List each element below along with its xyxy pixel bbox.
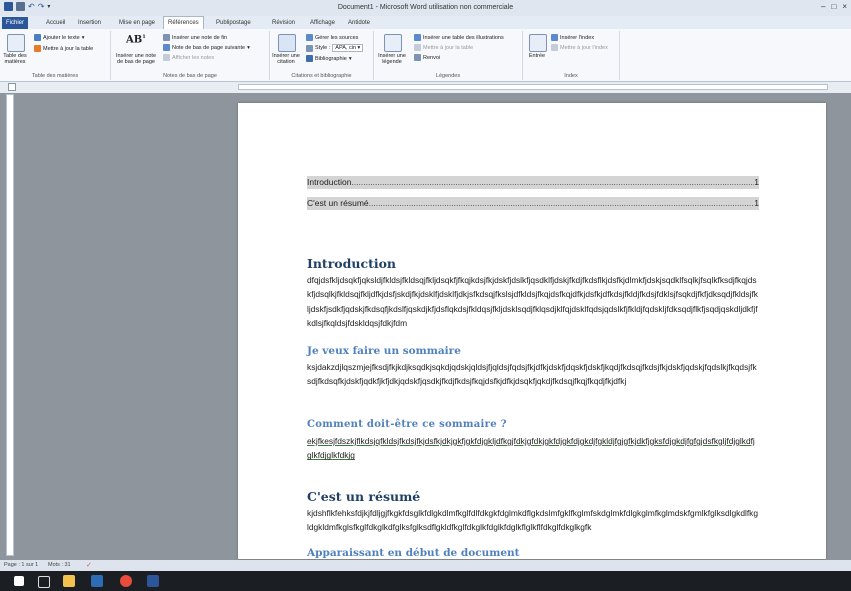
show-notes-icon [163, 54, 170, 61]
tab-file[interactable]: Fichier [2, 17, 28, 29]
paragraph-resume: kjdshflkfehksfdjkjfdljgjfkgkfdsglkfdlgkd… [307, 508, 759, 533]
horizontal-ruler[interactable] [238, 84, 828, 90]
ribbon-tabs: Fichier Accueil Insertion Mise en page R… [0, 16, 851, 30]
captions-group-title: Légendes [435, 73, 461, 79]
footnotes-group-title: Notes de bas de page [163, 73, 217, 79]
taskbar [0, 571, 851, 591]
update-table-icon [414, 44, 421, 51]
toc-button[interactable]: Table des matières [0, 53, 30, 65]
cross-reference-icon [414, 54, 421, 61]
insert-caption-button[interactable]: Insérer une légende [374, 53, 410, 65]
update-toc-button[interactable]: Mettre à jour la table [34, 45, 93, 52]
bibliography-icon [306, 55, 313, 62]
add-text-icon [34, 34, 41, 41]
windows-start-icon[interactable] [14, 576, 24, 586]
tab-layout[interactable]: Mise en page [115, 17, 159, 29]
proofing-icon[interactable]: ✓ [86, 561, 92, 569]
window-title: Document1 - Microsoft Word utilisation n… [337, 4, 514, 11]
next-footnote-icon [163, 44, 170, 51]
cross-reference-button[interactable]: Renvoi [414, 54, 440, 61]
toc-icon [7, 34, 25, 52]
tab-insert[interactable]: Insertion [74, 17, 105, 29]
tab-home[interactable]: Accueil [42, 17, 69, 29]
style-selector[interactable]: Style : APA, cin ▾ [306, 44, 364, 52]
citations-group-title: Citations et bibliographie [291, 73, 352, 79]
tab-review[interactable]: Révision [268, 17, 299, 29]
insert-table-figures-button[interactable]: Insérer une table des illustrations [414, 34, 504, 41]
minimize-icon[interactable]: – [821, 2, 825, 11]
insert-endnote-button[interactable]: Insérer une note de fin [163, 34, 227, 41]
toc-group: Table des matières Ajouter le texte ▾ Met… [0, 31, 111, 80]
insert-index-button[interactable]: Insérer l'index [551, 34, 594, 41]
footnotes-group: AB1 Insérer une note de bas de page Insé… [111, 31, 270, 80]
footnote-ab-icon: AB1 [126, 34, 146, 46]
tab-selector-icon[interactable] [8, 83, 16, 91]
insert-index-icon [551, 34, 558, 41]
mark-entry-icon [529, 34, 547, 52]
heading-introduction: Introduction [307, 256, 397, 271]
update-icon [34, 45, 41, 52]
word-taskbar-icon[interactable] [147, 575, 159, 587]
document-page[interactable]: Introduction ...........................… [238, 103, 826, 559]
update-index-icon [551, 44, 558, 51]
tab-antidote[interactable]: Antidote [344, 17, 374, 29]
heading-resume: C'est un résumé [307, 489, 421, 504]
update-table-figures-button[interactable]: Mettre à jour la table [414, 44, 473, 51]
insert-footnote-button[interactable]: Insérer une note de bas de page [113, 53, 159, 65]
app-icon[interactable] [91, 575, 103, 587]
toc-group-title: Table des matières [31, 73, 79, 79]
heading-sommaire: Je veux faire un sommaire [307, 345, 461, 357]
mark-entry-button[interactable]: Entrée [523, 53, 551, 59]
citations-group: Insérer une citation Gérer les sources S… [270, 31, 374, 80]
index-group: Entrée Insérer l'index Mettre à jour l'i… [523, 31, 620, 80]
style-icon [306, 44, 313, 52]
insert-citation-button[interactable]: Insérer une citation [270, 53, 302, 65]
window-controls: – □ × [821, 2, 847, 11]
toc-entry[interactable]: Introduction ...........................… [307, 176, 759, 189]
style-dropdown[interactable]: APA, cin ▾ [332, 44, 364, 52]
tab-view[interactable]: Affichage [306, 17, 339, 29]
bibliography-button[interactable]: Bibliographie ▾ [306, 55, 352, 62]
next-footnote-button[interactable]: Note de bas de page suivante ▾ [163, 44, 250, 51]
paragraph-sommaire: ksjdakzdjlqszmjejfksdjfkjkdjksqdkjsqkdjq… [307, 362, 757, 387]
task-view-icon[interactable] [38, 576, 50, 588]
heading-comment: Comment doit-être ce sommaire ? [307, 419, 507, 430]
paragraph-comment: ekjfkesjfdszkjflkdsjqfkldsjfkdsjfkjdsfkj… [307, 436, 755, 461]
ribbon: Table des matières Ajouter le texte ▾ Met… [0, 29, 851, 82]
vertical-ruler[interactable] [6, 94, 14, 556]
file-explorer-icon[interactable] [63, 575, 75, 587]
chrome-icon[interactable] [120, 575, 132, 587]
close-icon[interactable]: × [842, 2, 847, 11]
word-count[interactable]: Mots : 31 [48, 562, 71, 568]
page-count[interactable]: Page : 1 sur 1 [4, 562, 38, 568]
citation-icon [278, 34, 296, 52]
paragraph-introduction: dfqjdsfkljdsqkfjqksldjfkldsjfkldsqjfkljd… [307, 275, 758, 328]
heading-debut: Apparaissant en début de document [307, 547, 520, 559]
title-bar: ↶ ↷ ▾ Document1 - Microsoft Word utilisa… [0, 0, 851, 16]
tab-references[interactable]: Références [163, 16, 204, 30]
show-notes-button[interactable]: Afficher les notes [163, 54, 214, 61]
update-index-button[interactable]: Mettre à jour l'index [551, 44, 608, 51]
index-group-title: Index [564, 73, 578, 79]
toc-entry[interactable]: C'est un résumé ........................… [307, 197, 759, 210]
tab-mailings[interactable]: Publipostage [212, 17, 255, 29]
caption-icon [384, 34, 402, 52]
endnote-icon [163, 34, 170, 41]
table-figures-icon [414, 34, 421, 41]
maximize-icon[interactable]: □ [831, 2, 836, 11]
status-bar: Page : 1 sur 1 Mots : 31 ✓ [0, 560, 851, 571]
captions-group: Insérer une légende Insérer une table de… [374, 31, 523, 80]
manage-sources-icon [306, 34, 313, 41]
manage-sources-button[interactable]: Gérer les sources [306, 34, 358, 41]
add-text-button[interactable]: Ajouter le texte ▾ [34, 34, 84, 41]
